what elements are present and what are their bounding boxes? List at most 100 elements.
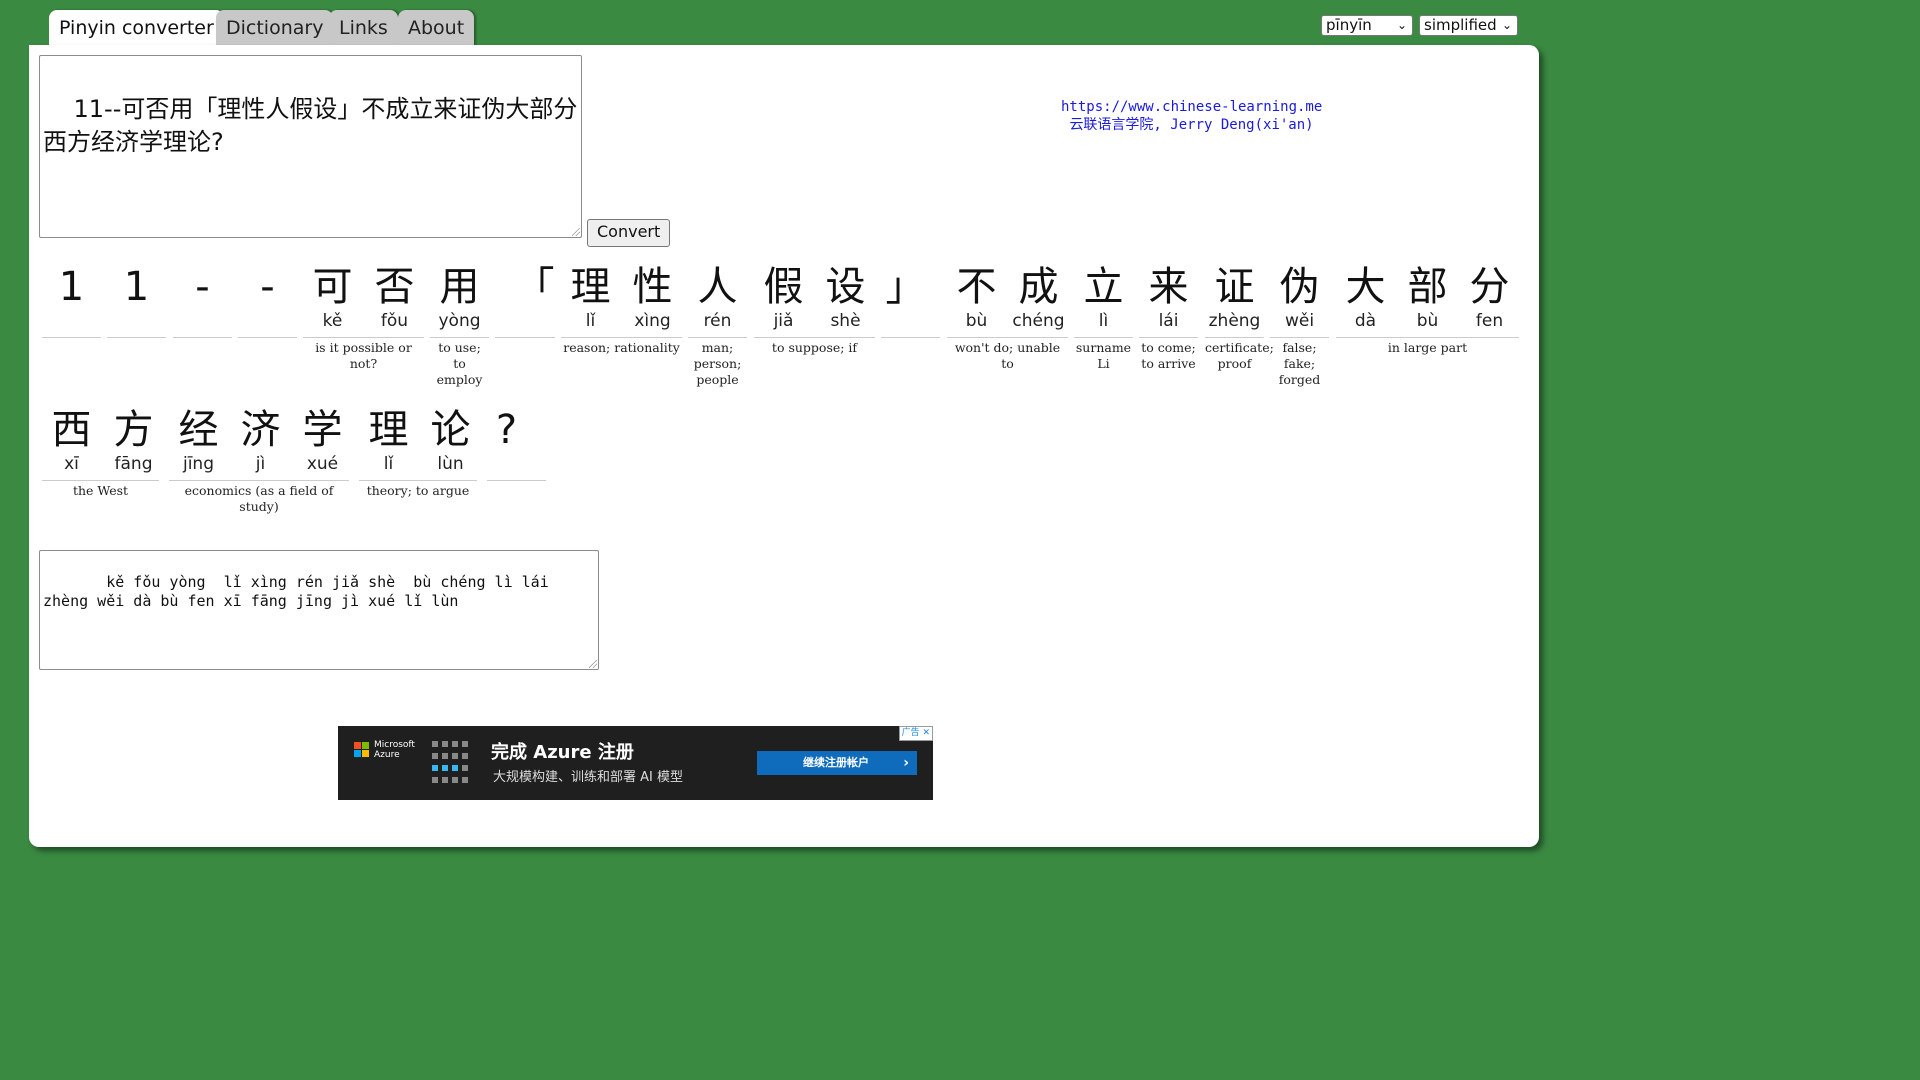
resize-handle-icon[interactable] xyxy=(589,660,597,668)
gloss: to suppose; if xyxy=(754,337,875,356)
char-cell: 「 xyxy=(505,264,564,332)
pinyin xyxy=(173,310,232,332)
resize-handle-icon[interactable] xyxy=(572,228,580,236)
hanzi: 否 xyxy=(374,264,415,310)
hanzi: 不 xyxy=(956,264,997,310)
pinyin: bù xyxy=(965,311,988,331)
hanzi: 成 xyxy=(1018,264,1059,310)
hanzi: - xyxy=(260,264,275,310)
char-cell: 1 xyxy=(42,264,101,332)
tab-dictionary[interactable]: Dictionary xyxy=(216,10,334,46)
tab-pinyin-converter[interactable]: Pinyin converter xyxy=(49,10,224,48)
pinyin: xī xyxy=(64,454,79,474)
gloss xyxy=(42,337,101,340)
gloss xyxy=(107,337,166,340)
gloss: economics (as a field of study) xyxy=(169,480,349,515)
pinyin: zhèng xyxy=(1208,311,1261,331)
hanzi: ? xyxy=(495,407,518,453)
romanization-select[interactable]: pīnyīn ⌄ xyxy=(1321,15,1413,36)
char-cell: 理 lǐ xyxy=(359,407,418,475)
char-cell: 论 lùn xyxy=(421,407,480,475)
chevron-down-icon: ⌄ xyxy=(1501,18,1512,32)
gloss: is it possible or not? xyxy=(303,337,424,372)
hanzi: 方 xyxy=(113,407,154,453)
pinyin: jīng xyxy=(182,454,214,474)
hanzi: 「 xyxy=(514,264,555,310)
chinese-input-textarea[interactable]: 11--可否用「理性人假设」不成立来证伪大部分西方经济学理论? xyxy=(39,55,582,238)
hanzi: 性 xyxy=(632,264,673,310)
pinyin xyxy=(107,310,166,332)
char-cell: 否 fǒu xyxy=(365,264,424,332)
char-cell: 西 xī xyxy=(42,407,101,475)
chevron-down-icon: ⌄ xyxy=(1396,18,1407,32)
char-cell: 1 xyxy=(107,264,166,332)
gloss: false; fake; forged xyxy=(1270,337,1329,388)
hanzi: 伪 xyxy=(1279,264,1320,310)
ad-cta-button[interactable]: 继续注册帐户 › xyxy=(757,751,917,775)
hanzi: 1 xyxy=(58,264,85,310)
char-cell: 设 shè xyxy=(816,264,875,332)
gloss xyxy=(487,480,546,483)
hanzi: 立 xyxy=(1083,264,1124,310)
gloss xyxy=(495,337,555,340)
hanzi: 经 xyxy=(178,407,219,453)
char-cell: - xyxy=(173,264,232,332)
script-select[interactable]: simplified ⌄ xyxy=(1419,15,1518,36)
char-cell: 证 zhèng xyxy=(1205,264,1264,332)
pinyin: dà xyxy=(1354,311,1377,331)
hanzi: 假 xyxy=(763,264,804,310)
pinyin xyxy=(477,453,536,475)
pinyin: fǒu xyxy=(380,311,409,331)
char-cell: - xyxy=(238,264,297,332)
pinyin: lǐ xyxy=(585,311,596,331)
ad-choices-badge[interactable]: 广告 ✕ xyxy=(898,726,933,741)
pinyin: rén xyxy=(703,311,732,331)
pinyin: bù xyxy=(1416,311,1439,331)
pinyin: lùn xyxy=(437,454,464,474)
gloss xyxy=(881,337,940,340)
char-cell: 立 lì xyxy=(1074,264,1133,332)
hanzi: 论 xyxy=(430,407,471,453)
gloss: to use; to employ xyxy=(430,337,489,388)
script-select-value: simplified xyxy=(1424,16,1497,34)
char-cell: 济 jì xyxy=(231,407,290,475)
char-cell: 用 yòng xyxy=(430,264,489,332)
site-url[interactable]: https://www.chinese-learning.me xyxy=(1061,99,1322,115)
convert-button[interactable]: Convert xyxy=(587,219,671,247)
tab-about[interactable]: About xyxy=(398,10,475,46)
gloss: theory; to argue xyxy=(359,480,477,499)
gloss: certificate; proof xyxy=(1205,337,1274,372)
site-credit: 云联语言学院, Jerry Deng(xi'an) xyxy=(1069,117,1314,133)
hanzi: 大 xyxy=(1345,264,1386,310)
hanzi: 用 xyxy=(439,264,480,310)
char-cell: 来 lái xyxy=(1139,264,1198,332)
pinyin: jì xyxy=(255,454,266,474)
ad-brand-line2: Azure xyxy=(374,750,400,760)
gloss xyxy=(173,337,232,340)
pinyin xyxy=(505,310,564,332)
converter-panel: 11--可否用「理性人假设」不成立来证伪大部分西方经济学理论? Convert … xyxy=(29,45,1539,847)
ad-banner[interactable]: Microsoft Azure 完成 Azure 注册 大规模构建、训练和部署 A… xyxy=(338,726,933,800)
pinyin: wěi xyxy=(1284,311,1315,331)
char-cell: 方 fāng xyxy=(104,407,163,475)
pinyin: kě xyxy=(322,311,343,331)
chevron-right-icon: › xyxy=(903,755,909,771)
pinyin: chéng xyxy=(1012,311,1065,331)
gloss: won't do; unable to xyxy=(947,337,1068,372)
hanzi: 可 xyxy=(312,264,353,310)
pinyin: fāng xyxy=(114,454,153,474)
pinyin-output-textarea[interactable]: kě fǒu yòng lǐ xìng rén jiǎ shè bù chéng… xyxy=(39,550,599,670)
hanzi: 证 xyxy=(1214,264,1255,310)
char-cell: 可 kě xyxy=(303,264,362,332)
ad-cta-label: 继续注册帐户 xyxy=(803,756,869,769)
hanzi: 理 xyxy=(368,407,409,453)
pinyin xyxy=(876,310,935,332)
hanzi: 来 xyxy=(1148,264,1189,310)
pinyin xyxy=(238,310,297,332)
ad-headline: 完成 Azure 注册 xyxy=(491,742,634,763)
tab-links[interactable]: Links xyxy=(329,10,398,46)
ad-subline: 大规模构建、训练和部署 AI 模型 xyxy=(493,770,683,785)
hanzi: 设 xyxy=(825,264,866,310)
pinyin: lǐ xyxy=(383,454,394,474)
char-cell: 成 chéng xyxy=(1009,264,1068,332)
